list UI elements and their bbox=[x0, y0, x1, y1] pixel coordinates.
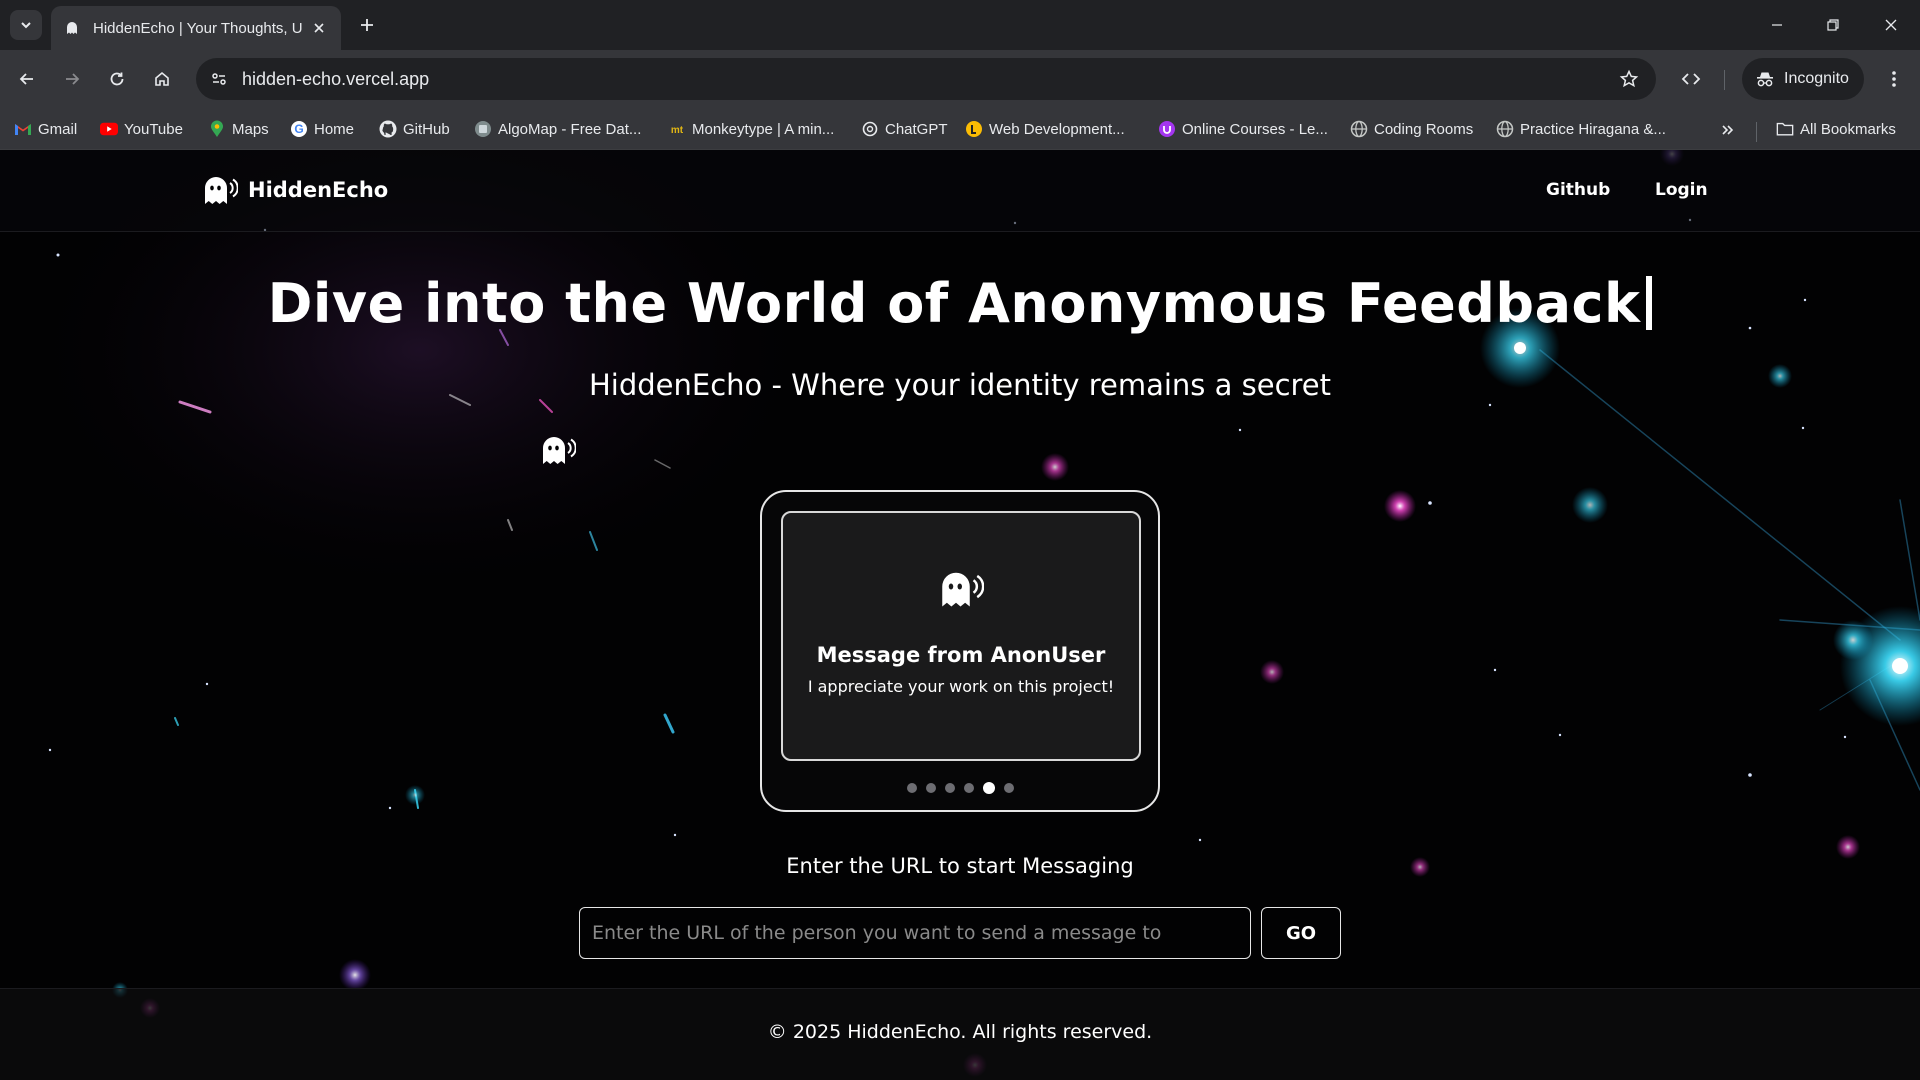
carousel-dot[interactable] bbox=[925, 783, 936, 793]
webdev-icon bbox=[965, 120, 983, 138]
ghost-icon bbox=[205, 177, 238, 204]
google-icon: G bbox=[290, 120, 308, 138]
nav-login-link[interactable]: Login bbox=[1655, 180, 1708, 200]
github-icon bbox=[379, 120, 397, 138]
carousel-dot[interactable] bbox=[944, 783, 955, 793]
minimize-icon bbox=[1772, 24, 1782, 26]
message-body: I appreciate your work on this project! bbox=[807, 677, 1115, 696]
browser-tabstrip: HiddenEcho | Your Thoughts, Unfiltered bbox=[0, 0, 1920, 50]
close-window-button[interactable] bbox=[1876, 10, 1906, 40]
bookmarks-divider bbox=[1756, 122, 1757, 142]
carousel-dot[interactable] bbox=[963, 783, 974, 793]
bookmark-algomap[interactable]: AlgoMap - Free Dat... bbox=[474, 116, 641, 142]
recipient-url-input[interactable] bbox=[579, 907, 1251, 959]
brand-name: HiddenEcho bbox=[248, 178, 389, 202]
bookmark-monkeytype[interactable]: mt Monkeytype | A min... bbox=[668, 116, 834, 142]
bookmark-maps[interactable]: Maps bbox=[208, 116, 269, 142]
carousel-dots bbox=[762, 782, 1158, 794]
star-icon[interactable] bbox=[1616, 66, 1642, 92]
message-carousel[interactable]: Message from AnonUser I appreciate your … bbox=[760, 490, 1160, 812]
home-button[interactable] bbox=[147, 64, 177, 94]
hero-title: Dive into the World of Anonymous Feedbac… bbox=[0, 272, 1920, 335]
site-header: HiddenEcho Github Login bbox=[0, 150, 1920, 232]
globe-icon bbox=[1496, 120, 1514, 138]
youtube-icon bbox=[100, 120, 118, 138]
site-footer: © 2025 HiddenEcho. All rights reserved. bbox=[0, 988, 1920, 1080]
forward-button[interactable] bbox=[57, 64, 87, 94]
incognito-icon bbox=[1757, 72, 1773, 87]
svg-text:G: G bbox=[294, 122, 303, 136]
bookmark-youtube[interactable]: YouTube bbox=[100, 116, 183, 142]
cta-label: Enter the URL to start Messaging bbox=[786, 854, 1134, 878]
nav-github-link[interactable]: Github bbox=[1546, 180, 1610, 200]
back-button[interactable] bbox=[12, 64, 42, 94]
ghost-icon bbox=[938, 569, 985, 613]
arrow-left-icon bbox=[19, 73, 33, 85]
typing-caret bbox=[1646, 276, 1653, 330]
gmail-icon bbox=[14, 120, 32, 138]
chevron-down-icon bbox=[21, 22, 31, 29]
chatgpt-icon bbox=[861, 120, 879, 138]
bookmark-practice-hiragana[interactable]: Practice Hiragana &... bbox=[1496, 116, 1666, 142]
chevron-double-right-icon[interactable] bbox=[1716, 118, 1740, 142]
more-options-icon[interactable] bbox=[1880, 64, 1908, 94]
reload-button[interactable] bbox=[102, 64, 132, 94]
bookmark-gmail[interactable]: Gmail bbox=[14, 116, 77, 142]
bookmark-web-development[interactable]: Web Development... bbox=[965, 116, 1125, 142]
bookmarks-bar: Gmail YouTube Maps G Home GitHub AlgoMap… bbox=[0, 108, 1920, 150]
copyright-text: © 2025 HiddenEcho. All rights reserved. bbox=[767, 1021, 1153, 1043]
algomap-icon bbox=[474, 120, 492, 138]
incognito-label: Incognito bbox=[1784, 70, 1849, 87]
carousel-dot[interactable] bbox=[1003, 783, 1014, 793]
bookmark-home[interactable]: G Home bbox=[290, 116, 354, 142]
ghost-icon bbox=[63, 19, 81, 37]
url-text[interactable]: hidden-echo.vercel.app bbox=[242, 69, 429, 90]
plus-icon bbox=[361, 19, 373, 31]
tab-title: HiddenEcho | Your Thoughts, Unfiltered bbox=[93, 19, 303, 37]
bookmark-github[interactable]: GitHub bbox=[379, 116, 450, 142]
tab-search-button[interactable] bbox=[10, 10, 42, 40]
close-icon[interactable] bbox=[309, 18, 329, 38]
browser-toolbar: hidden-echo.vercel.app Incognito bbox=[0, 50, 1920, 108]
arrow-right-icon bbox=[66, 73, 80, 85]
minimize-button[interactable] bbox=[1762, 10, 1792, 40]
svg-text:mt: mt bbox=[671, 125, 684, 136]
globe-icon bbox=[1350, 120, 1368, 138]
folder-icon bbox=[1776, 120, 1794, 138]
maps-icon bbox=[208, 120, 226, 138]
bookmark-chatgpt[interactable]: ChatGPT bbox=[861, 116, 948, 142]
restore-icon bbox=[1827, 19, 1839, 31]
site-logo[interactable]: HiddenEcho bbox=[202, 174, 388, 206]
site-info-icon[interactable] bbox=[204, 64, 234, 94]
all-bookmarks-button[interactable]: All Bookmarks bbox=[1776, 116, 1896, 142]
udemy-icon bbox=[1158, 120, 1176, 138]
hero-subtitle: HiddenEcho - Where your identity remains… bbox=[588, 368, 1332, 402]
incognito-button[interactable]: Incognito bbox=[1742, 58, 1864, 100]
new-tab-button[interactable] bbox=[354, 12, 380, 38]
bookmark-coding-rooms[interactable]: Coding Rooms bbox=[1350, 116, 1473, 142]
toolbar-divider bbox=[1724, 70, 1725, 90]
page-viewport: HiddenEcho Github Login Dive into the Wo… bbox=[0, 150, 1920, 1080]
monkeytype-icon: mt bbox=[668, 120, 686, 138]
address-bar[interactable]: hidden-echo.vercel.app bbox=[196, 58, 1656, 100]
hero-title-text: Dive into the World of Anonymous Feedbac… bbox=[267, 272, 1641, 335]
code-icon[interactable] bbox=[1676, 64, 1706, 94]
reload-icon bbox=[110, 72, 124, 86]
floating-ghost-icon bbox=[540, 434, 577, 470]
message-card: Message from AnonUser I appreciate your … bbox=[781, 511, 1141, 761]
bookmark-online-courses[interactable]: Online Courses - Le... bbox=[1158, 116, 1328, 142]
browser-tab-active[interactable]: HiddenEcho | Your Thoughts, Unfiltered bbox=[51, 6, 341, 50]
carousel-dot[interactable] bbox=[906, 783, 917, 793]
message-title: Message from AnonUser bbox=[816, 643, 1106, 667]
close-icon bbox=[1885, 19, 1897, 31]
restore-button[interactable] bbox=[1818, 10, 1848, 40]
home-icon bbox=[155, 71, 169, 86]
carousel-dot[interactable] bbox=[982, 782, 995, 794]
go-button[interactable]: GO bbox=[1261, 907, 1341, 959]
